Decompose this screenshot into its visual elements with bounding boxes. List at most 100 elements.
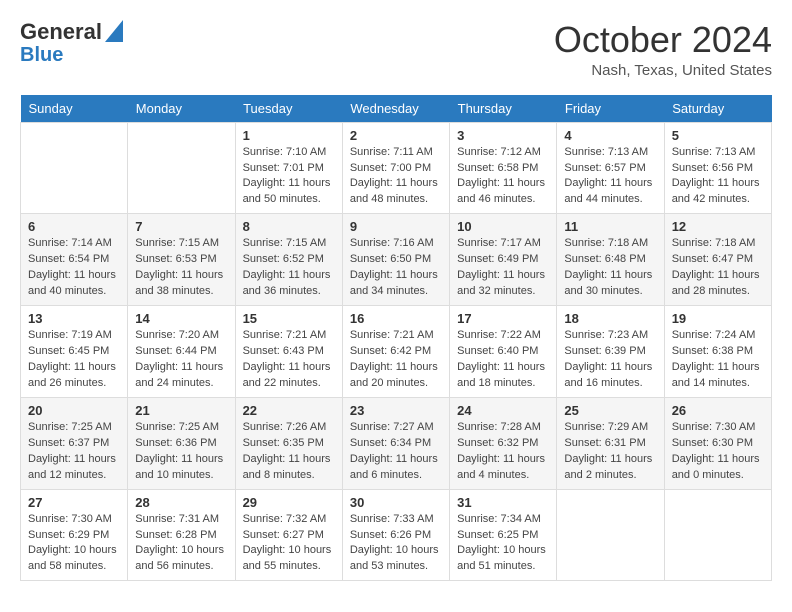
day-number: 15 [243, 311, 335, 326]
calendar-day-cell: 4 Sunrise: 7:13 AM Sunset: 6:57 PM Daylig… [557, 122, 664, 214]
calendar-body: 1 Sunrise: 7:10 AM Sunset: 7:01 PM Daylig… [21, 122, 772, 581]
calendar-day-cell: 13Sunrise: 7:19 AM Sunset: 6:45 PM Dayli… [21, 306, 128, 398]
day-info: Sunrise: 7:14 AM Sunset: 6:54 PM Dayligh… [28, 236, 120, 300]
calendar-day-cell: 10 Sunrise: 7:17 AM Sunset: 6:49 PM Dayli… [450, 214, 557, 306]
calendar-day-cell: 6 Sunrise: 7:14 AM Sunset: 6:54 PM Daylig… [21, 214, 128, 306]
calendar-day-cell: 26 Sunrise: 7:30 AM Sunset: 6:30 PM Dayli… [664, 397, 771, 489]
calendar-day-cell: 28 Sunrise: 7:31 AM Sunset: 6:28 PM Dayli… [128, 489, 235, 581]
day-number: 6 [28, 219, 120, 234]
day-number: 8 [243, 219, 335, 234]
day-info: Sunrise: 7:34 AM Sunset: 6:25 PM Dayligh… [457, 512, 549, 576]
day-info: Sunrise: 7:22 AM Sunset: 6:40 PM Dayligh… [457, 328, 549, 392]
day-info: Sunrise: 7:28 AM Sunset: 6:32 PM Dayligh… [457, 420, 549, 484]
day-number: 1 [243, 128, 335, 143]
day-number: 4 [564, 128, 656, 143]
title-section: October 2024 Nash, Texas, United States [554, 20, 772, 79]
calendar-header-row: SundayMondayTuesdayWednesdayThursdayFrid… [21, 95, 772, 123]
calendar-day-cell: 18 Sunrise: 7:23 AM Sunset: 6:39 PM Dayli… [557, 306, 664, 398]
calendar-day-cell: 11 Sunrise: 7:18 AM Sunset: 6:48 PM Dayli… [557, 214, 664, 306]
day-number: 20 [28, 403, 120, 418]
day-of-week-header: Monday [128, 95, 235, 123]
day-number: 7 [135, 219, 227, 234]
calendar-day-cell: 15 Sunrise: 7:21 AM Sunset: 6:43 PM Dayli… [235, 306, 342, 398]
day-number: 19 [672, 311, 764, 326]
day-number: 23 [350, 403, 442, 418]
day-info: Sunrise: 7:13 AM Sunset: 6:57 PM Dayligh… [564, 145, 656, 209]
location: Nash, Texas, United States [554, 62, 772, 79]
day-info: Sunrise: 7:15 AM Sunset: 6:53 PM Dayligh… [135, 236, 227, 300]
calendar-day-cell: 20Sunrise: 7:25 AM Sunset: 6:37 PM Dayli… [21, 397, 128, 489]
calendar-day-cell: 1 Sunrise: 7:10 AM Sunset: 7:01 PM Daylig… [235, 122, 342, 214]
day-info: Sunrise: 7:24 AM Sunset: 6:38 PM Dayligh… [672, 328, 764, 392]
day-info: Sunrise: 7:18 AM Sunset: 6:48 PM Dayligh… [564, 236, 656, 300]
day-number: 11 [564, 219, 656, 234]
calendar-day-cell: 9 Sunrise: 7:16 AM Sunset: 6:50 PM Daylig… [342, 214, 449, 306]
day-of-week-header: Sunday [21, 95, 128, 123]
day-number: 10 [457, 219, 549, 234]
day-number: 18 [564, 311, 656, 326]
calendar-day-cell: 29 Sunrise: 7:32 AM Sunset: 6:27 PM Dayli… [235, 489, 342, 581]
day-number: 17 [457, 311, 549, 326]
day-info: Sunrise: 7:17 AM Sunset: 6:49 PM Dayligh… [457, 236, 549, 300]
day-info: Sunrise: 7:26 AM Sunset: 6:35 PM Dayligh… [243, 420, 335, 484]
day-info: Sunrise: 7:10 AM Sunset: 7:01 PM Dayligh… [243, 145, 335, 209]
day-info: Sunrise: 7:18 AM Sunset: 6:47 PM Dayligh… [672, 236, 764, 300]
day-number: 3 [457, 128, 549, 143]
month-title: October 2024 [554, 20, 772, 60]
day-number: 14 [135, 311, 227, 326]
calendar-week-row: 6 Sunrise: 7:14 AM Sunset: 6:54 PM Daylig… [21, 214, 772, 306]
page-header: General Blue October 2024 Nash, Texas, U… [20, 20, 772, 79]
day-info: Sunrise: 7:33 AM Sunset: 6:26 PM Dayligh… [350, 512, 442, 576]
day-number: 22 [243, 403, 335, 418]
day-info: Sunrise: 7:27 AM Sunset: 6:34 PM Dayligh… [350, 420, 442, 484]
day-of-week-header: Friday [557, 95, 664, 123]
calendar-day-cell: 16Sunrise: 7:21 AM Sunset: 6:42 PM Dayli… [342, 306, 449, 398]
day-info: Sunrise: 7:29 AM Sunset: 6:31 PM Dayligh… [564, 420, 656, 484]
calendar-day-cell: 27 Sunrise: 7:30 AM Sunset: 6:29 PM Dayli… [21, 489, 128, 581]
day-number: 5 [672, 128, 764, 143]
calendar-day-cell: 22 Sunrise: 7:26 AM Sunset: 6:35 PM Dayli… [235, 397, 342, 489]
calendar-day-cell: 12Sunrise: 7:18 AM Sunset: 6:47 PM Dayli… [664, 214, 771, 306]
calendar-week-row: 1 Sunrise: 7:10 AM Sunset: 7:01 PM Daylig… [21, 122, 772, 214]
day-number: 26 [672, 403, 764, 418]
day-number: 28 [135, 495, 227, 510]
day-info: Sunrise: 7:15 AM Sunset: 6:52 PM Dayligh… [243, 236, 335, 300]
day-info: Sunrise: 7:11 AM Sunset: 7:00 PM Dayligh… [350, 145, 442, 209]
calendar-day-cell: 23 Sunrise: 7:27 AM Sunset: 6:34 PM Dayli… [342, 397, 449, 489]
day-info: Sunrise: 7:30 AM Sunset: 6:30 PM Dayligh… [672, 420, 764, 484]
calendar-day-cell [664, 489, 771, 581]
calendar-day-cell [21, 122, 128, 214]
calendar-day-cell: 25Sunrise: 7:29 AM Sunset: 6:31 PM Dayli… [557, 397, 664, 489]
day-info: Sunrise: 7:13 AM Sunset: 6:56 PM Dayligh… [672, 145, 764, 209]
logo-text-general: General [20, 20, 102, 44]
calendar-day-cell [128, 122, 235, 214]
day-info: Sunrise: 7:25 AM Sunset: 6:36 PM Dayligh… [135, 420, 227, 484]
calendar-day-cell: 2 Sunrise: 7:11 AM Sunset: 7:00 PM Daylig… [342, 122, 449, 214]
day-info: Sunrise: 7:32 AM Sunset: 6:27 PM Dayligh… [243, 512, 335, 576]
calendar-day-cell: 8 Sunrise: 7:15 AM Sunset: 6:52 PM Daylig… [235, 214, 342, 306]
day-info: Sunrise: 7:30 AM Sunset: 6:29 PM Dayligh… [28, 512, 120, 576]
day-number: 2 [350, 128, 442, 143]
calendar-day-cell: 31Sunrise: 7:34 AM Sunset: 6:25 PM Dayli… [450, 489, 557, 581]
day-info: Sunrise: 7:19 AM Sunset: 6:45 PM Dayligh… [28, 328, 120, 392]
day-info: Sunrise: 7:16 AM Sunset: 6:50 PM Dayligh… [350, 236, 442, 300]
day-of-week-header: Saturday [664, 95, 771, 123]
calendar-day-cell: 5 Sunrise: 7:13 AM Sunset: 6:56 PM Daylig… [664, 122, 771, 214]
calendar-day-cell: 17 Sunrise: 7:22 AM Sunset: 6:40 PM Dayli… [450, 306, 557, 398]
day-info: Sunrise: 7:21 AM Sunset: 6:43 PM Dayligh… [243, 328, 335, 392]
day-number: 27 [28, 495, 120, 510]
day-number: 24 [457, 403, 549, 418]
calendar-day-cell: 3 Sunrise: 7:12 AM Sunset: 6:58 PM Daylig… [450, 122, 557, 214]
day-info: Sunrise: 7:23 AM Sunset: 6:39 PM Dayligh… [564, 328, 656, 392]
day-info: Sunrise: 7:31 AM Sunset: 6:28 PM Dayligh… [135, 512, 227, 576]
day-info: Sunrise: 7:12 AM Sunset: 6:58 PM Dayligh… [457, 145, 549, 209]
logo-triangle-icon [105, 20, 123, 42]
day-number: 29 [243, 495, 335, 510]
day-info: Sunrise: 7:20 AM Sunset: 6:44 PM Dayligh… [135, 328, 227, 392]
day-number: 16 [350, 311, 442, 326]
calendar-day-cell: 21 Sunrise: 7:25 AM Sunset: 6:36 PM Dayli… [128, 397, 235, 489]
calendar-week-row: 13Sunrise: 7:19 AM Sunset: 6:45 PM Dayli… [21, 306, 772, 398]
day-number: 21 [135, 403, 227, 418]
day-number: 9 [350, 219, 442, 234]
day-of-week-header: Thursday [450, 95, 557, 123]
